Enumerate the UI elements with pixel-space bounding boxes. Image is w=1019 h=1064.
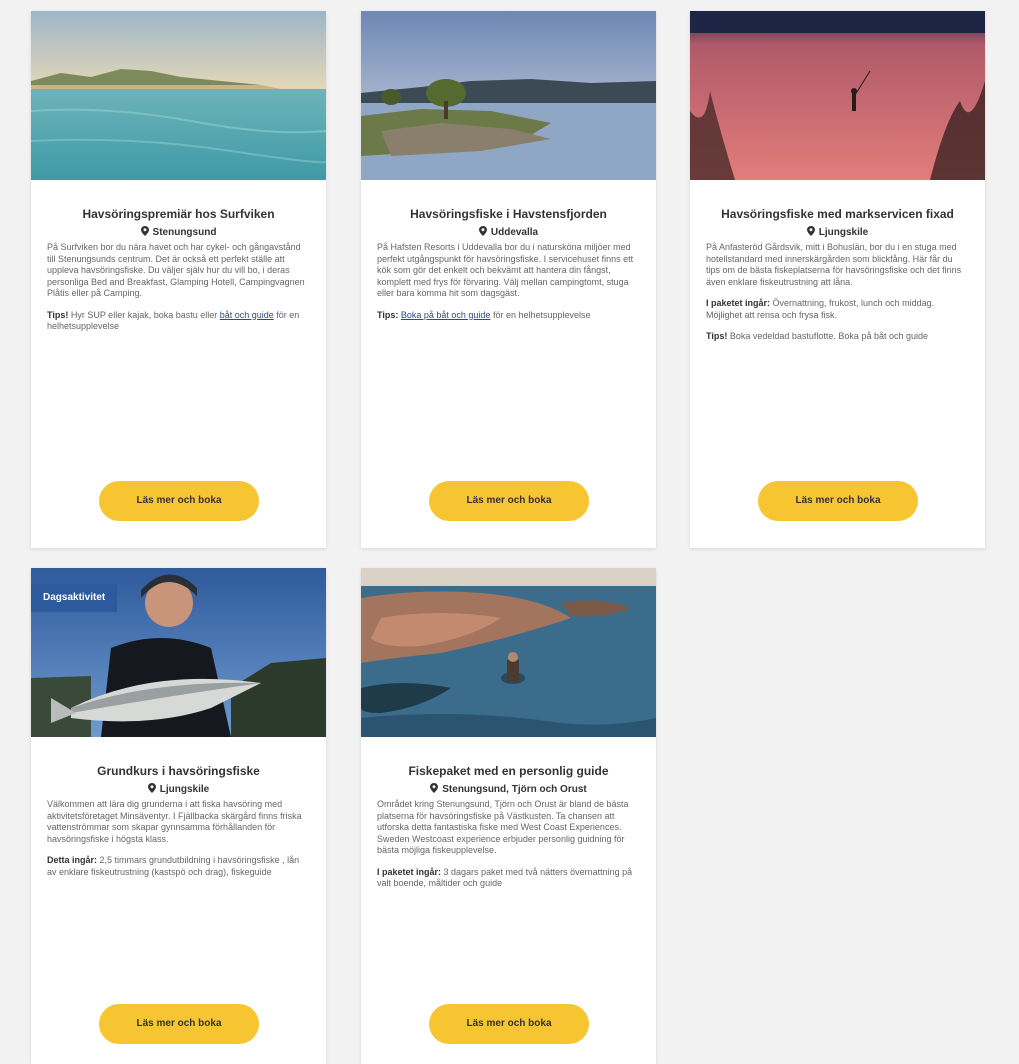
card-image[interactable] [690,11,985,180]
location-label: Stenungsund, Tjörn och Orust [442,784,587,795]
location: Ljungskile [706,226,969,239]
card-title: Havsöringspremiär hos Surfviken [82,207,275,221]
card-title: Grundkurs i havsöringsfiske [97,764,260,778]
sunset-fishing-photo [690,11,985,180]
tips-paragraph: Tips! Boka vedeldad bastuflotte. Boka på… [706,331,928,341]
location: Ljungskile [47,783,310,796]
read-more-book-button[interactable]: Läs mer och boka [758,481,918,521]
activity-card: Dagsaktivitet Grundkurs i havsöringsfisk… [31,568,326,1064]
location: Stenungsund [47,226,310,239]
read-more-book-button[interactable]: Läs mer och boka [99,1004,259,1044]
read-more-book-button[interactable]: Läs mer och boka [429,1004,589,1044]
boat-guide-link[interactable]: båt och guide [220,310,274,320]
tips-paragraph: Tips: Boka på båt och guide för en helhe… [377,309,591,320]
card-title: Havsöringsfiske med markservicen fixad [721,207,954,221]
location: Stenungsund, Tjörn och Orust [377,783,640,796]
location-label: Stenungsund [152,227,217,238]
card-title: Fiskepaket med en personlig guide [408,764,609,778]
location-pin-icon [148,783,156,793]
card-image[interactable]: Dagsaktivitet [31,568,326,737]
card-description: På Anfasteröd Gårdsvik, mitt i Bohuslän,… [706,242,962,287]
card-description: Välkommen att lära dig grunderna i att f… [47,799,302,844]
included-paragraph: Detta ingår: 2,5 timmars grundutbildning… [47,855,300,877]
card-description: Området kring Stenungsund, Tjörn och Oru… [377,799,629,855]
card-title: Havsöringsfiske i Havstensfjorden [410,207,607,221]
location-label: Ljungskile [159,784,210,795]
wading-angler-photo [361,568,656,737]
location-pin-icon [430,783,438,793]
day-activity-badge: Dagsaktivitet [31,584,118,612]
activity-card: Havsöringsfiske i Havstensfjorden Uddeva… [361,11,656,548]
coast-photo [31,11,326,180]
activity-card: Havsöringsfiske med markservicen fixad L… [690,11,985,548]
card-description: På Surfviken bor du nära havet och har c… [47,242,305,298]
book-boat-guide-link[interactable]: Boka på båt och guide [401,310,491,320]
tips-paragraph: Tips! Hyr SUP eller kajak, boka bastu el… [47,309,300,332]
card-image[interactable] [361,568,656,737]
read-more-book-button[interactable]: Läs mer och boka [429,481,589,521]
included-paragraph: I paketet ingår: Övernattning, frukost, … [706,298,935,320]
read-more-book-button[interactable]: Läs mer och boka [99,481,259,521]
card-image[interactable] [31,11,326,180]
location-pin-icon [479,226,487,236]
fjord-photo [361,11,656,180]
included-paragraph: I paketet ingår: 3 dagars paket med två … [377,866,633,889]
location-label: Ljungskile [818,227,869,238]
location-label: Uddevalla [490,227,539,238]
activity-card: Havsöringspremiär hos Surfviken Stenungs… [31,11,326,548]
location-pin-icon [141,226,149,236]
location: Uddevalla [377,226,640,239]
location-pin-icon [807,226,815,236]
card-description: På Hafsten Resorts i Uddevalla bor du i … [377,242,634,298]
card-image[interactable] [361,11,656,180]
activity-card: Fiskepaket med en personlig guide Stenun… [361,568,656,1064]
